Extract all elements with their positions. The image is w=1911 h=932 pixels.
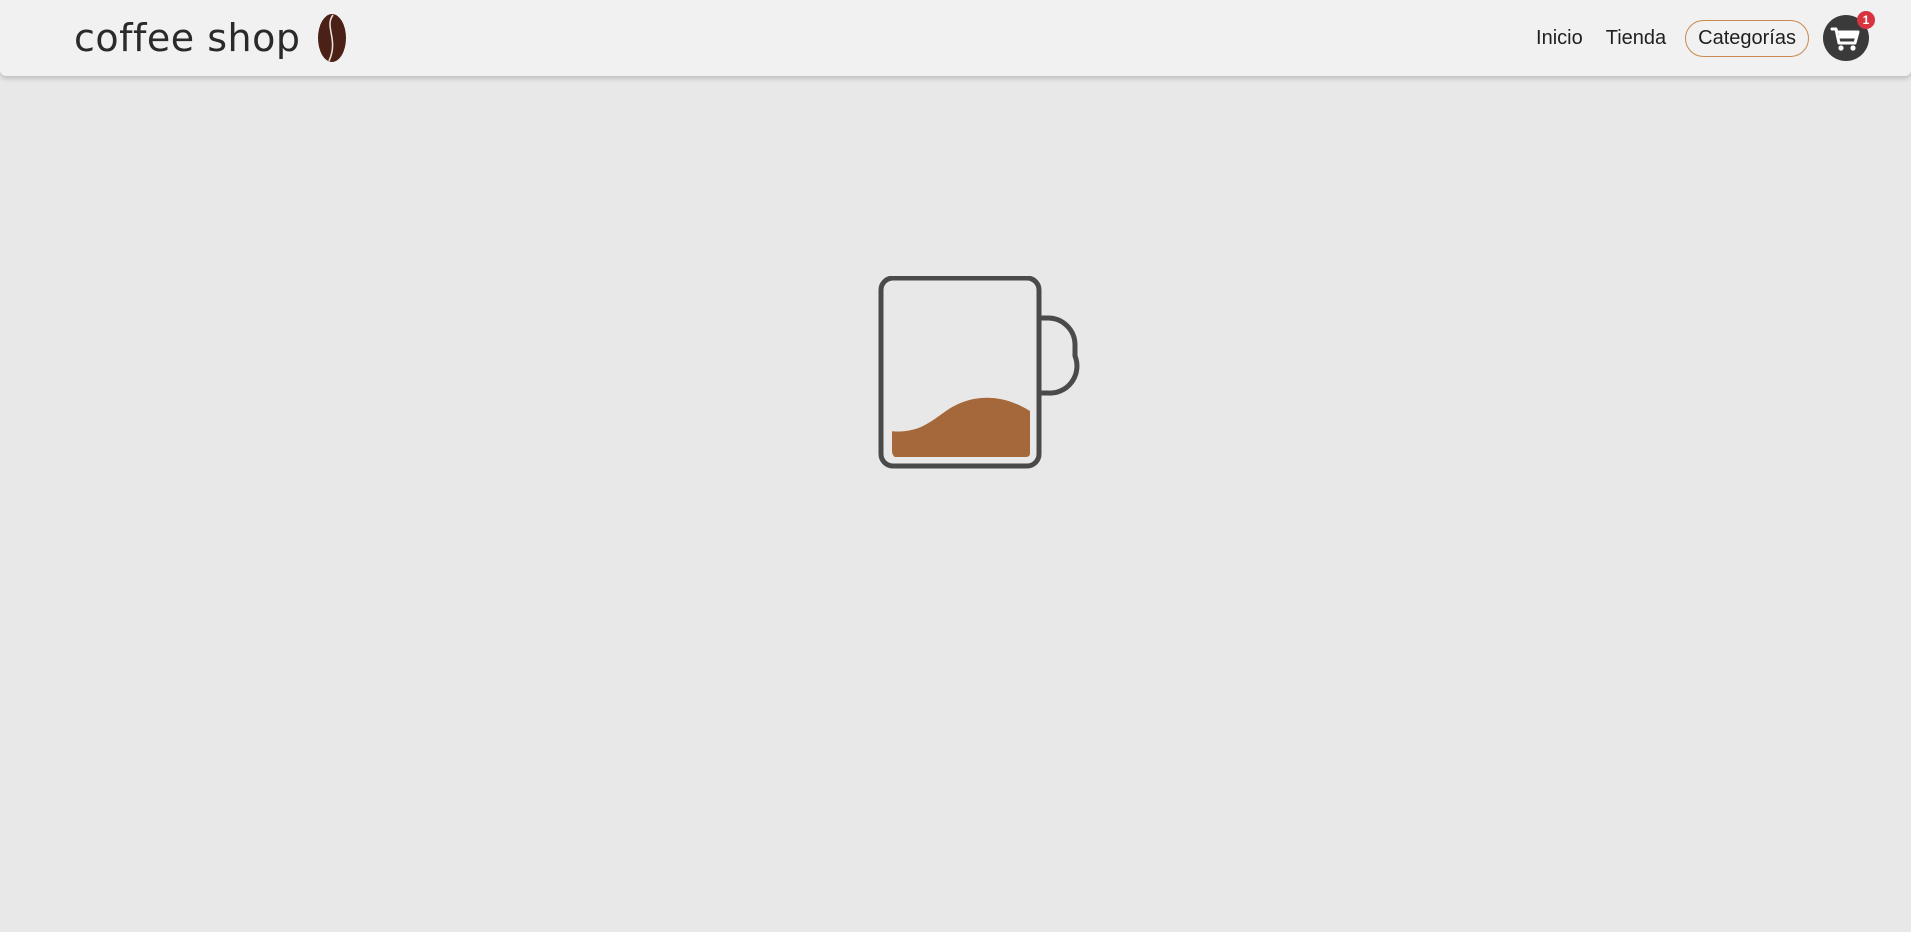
loading-indicator xyxy=(878,276,1088,472)
navbar: coffee shop Inicio Tienda Categorías 1 xyxy=(0,0,1911,76)
nav-categorias[interactable]: Categorías xyxy=(1685,19,1809,57)
coffee-bean-icon xyxy=(317,14,346,62)
coffee-fill-level xyxy=(892,397,1030,457)
nav-tienda[interactable]: Tienda xyxy=(1595,20,1677,57)
cart-button[interactable]: 1 xyxy=(1823,11,1875,61)
brand-name: coffee shop xyxy=(74,16,301,60)
main-nav: Inicio Tienda Categorías 1 xyxy=(1524,0,1875,76)
brand-home-link[interactable]: coffee shop xyxy=(74,10,347,66)
coffee-mug-loading-icon xyxy=(878,276,1080,469)
nav-inicio[interactable]: Inicio xyxy=(1525,20,1594,57)
cart-count-badge: 1 xyxy=(1857,11,1875,29)
